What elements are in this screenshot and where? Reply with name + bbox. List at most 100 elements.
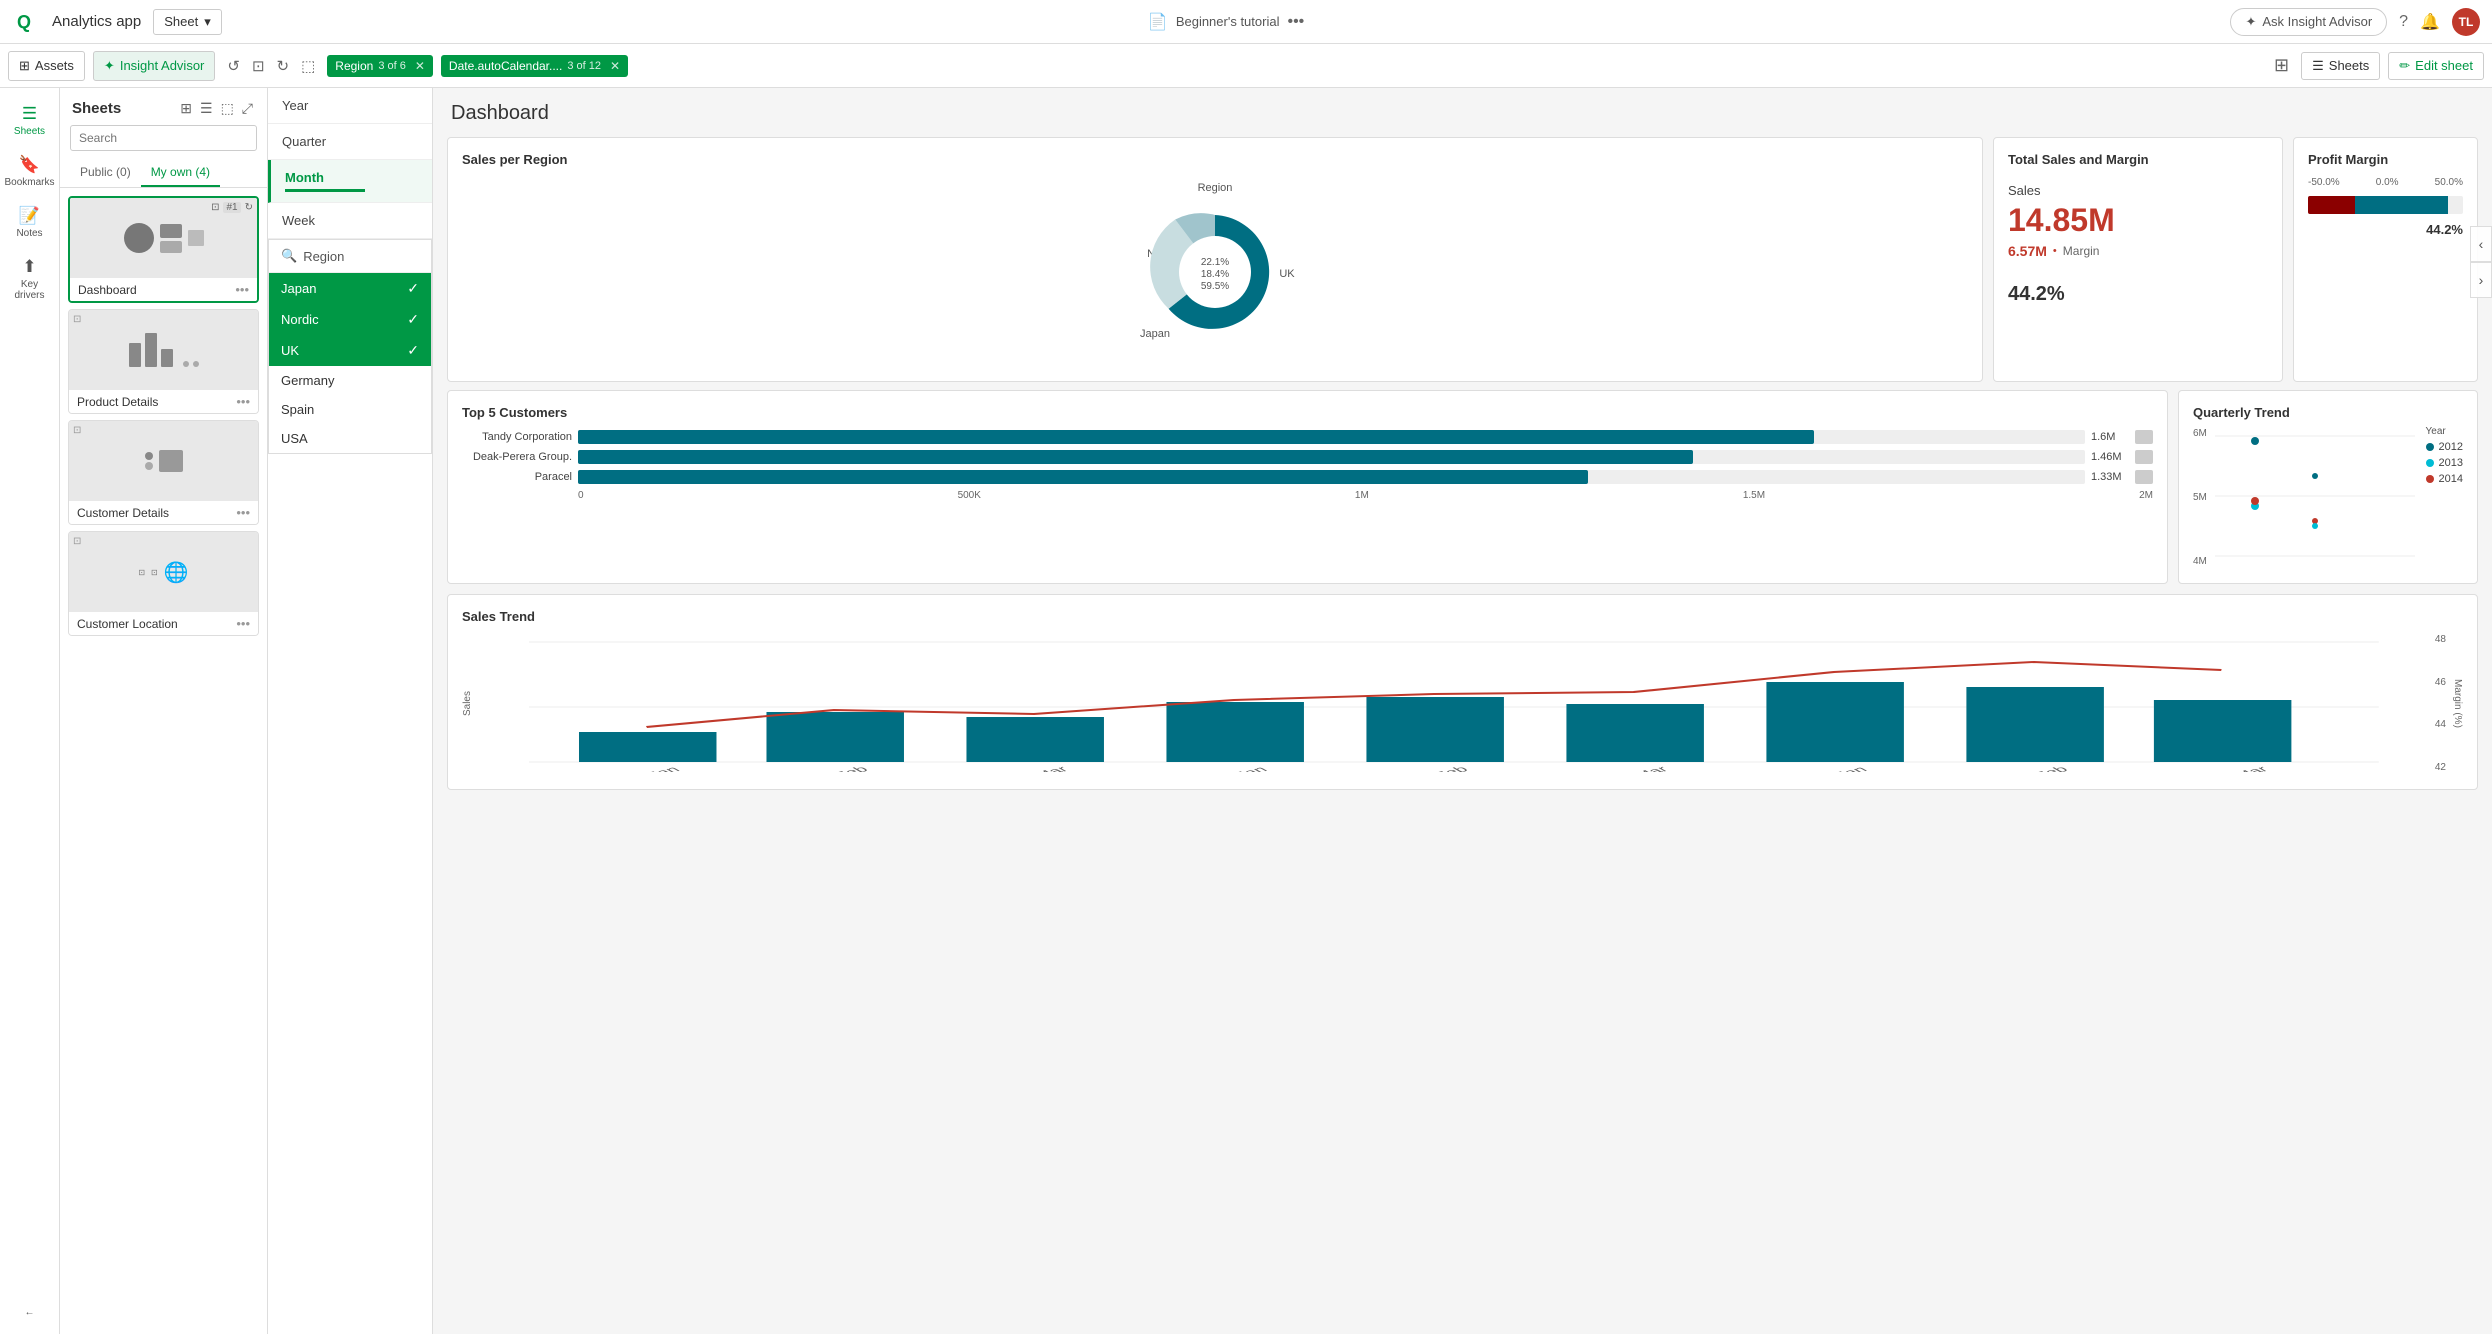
arrow-left-icon: ← bbox=[25, 1307, 35, 1318]
profit-label-neg: -50.0% bbox=[2308, 177, 2340, 188]
top5-bars: Tandy Corporation 1.6M Deak-Perera Group… bbox=[462, 430, 2153, 484]
region-item-uk[interactable]: UK ✓ bbox=[269, 335, 431, 366]
notification-icon[interactable]: 🔔 bbox=[2420, 12, 2440, 32]
sheets-button[interactable]: ☰ Sheets bbox=[2301, 52, 2380, 80]
filter-quarter[interactable]: Quarter bbox=[268, 124, 432, 160]
sheet-card-dashboard[interactable]: ⊡ #1 ↻ Dashboard ••• bbox=[68, 196, 259, 303]
paracel-fill bbox=[578, 470, 1588, 484]
dashboard-more[interactable]: ••• bbox=[235, 282, 249, 297]
search-input[interactable] bbox=[70, 125, 257, 151]
region-item-usa[interactable]: USA bbox=[269, 424, 431, 453]
region-chip-close[interactable]: ✕ bbox=[415, 59, 425, 73]
sidebar-item-bookmarks[interactable]: 🔖 Bookmarks bbox=[4, 149, 56, 194]
list-view-btn[interactable]: ☰ bbox=[198, 98, 215, 119]
sidebar-item-sheets[interactable]: ☰ Sheets bbox=[4, 98, 56, 143]
sheet-card-product-details[interactable]: ⊡ Product Details ••• bbox=[68, 309, 259, 414]
sidebar-tabs: Public (0) My own (4) bbox=[60, 159, 267, 188]
product-details-more[interactable]: ••• bbox=[236, 394, 250, 409]
quarterly-y-labels: 6M 5M 4M bbox=[2193, 426, 2207, 569]
sheet-selector[interactable]: Sheet ▾ bbox=[153, 9, 222, 35]
margin-y-48: 48 bbox=[2435, 634, 2446, 645]
customer-details-more[interactable]: ••• bbox=[236, 505, 250, 520]
margin-axis-label: Margin (%) bbox=[2452, 679, 2463, 728]
left-nav: ☰ Sheets 🔖 Bookmarks 📝 Notes ⬆ Key drive… bbox=[0, 88, 60, 1334]
icon-btn-4[interactable]: ⬚ bbox=[297, 53, 319, 79]
profit-margin-title: Profit Margin bbox=[2308, 152, 2463, 167]
svg-text:2012-Mar: 2012-Mar bbox=[989, 765, 1072, 772]
product-details-thumbnail: ⊡ bbox=[69, 310, 258, 390]
sheet-card-customer-details[interactable]: ⊡ Customer Details ••• bbox=[68, 420, 259, 525]
sales-axis-label: Sales bbox=[462, 691, 473, 716]
location-sub-icon-1: ⊡ bbox=[138, 568, 145, 577]
edit-sheet-button[interactable]: ✏ Edit sheet bbox=[2388, 52, 2484, 80]
region-item-nordic[interactable]: Nordic ✓ bbox=[269, 304, 431, 335]
region-dropdown: 🔍 Region Japan ✓ Nordic ✓ UK ✓ Germany S… bbox=[268, 239, 432, 454]
chevron-down-icon: ▾ bbox=[204, 14, 211, 30]
edit-sheet-label: Edit sheet bbox=[2415, 58, 2473, 73]
svg-text:2013-Mar: 2013-Mar bbox=[1589, 765, 1672, 772]
date-chip-count: 3 of 12 bbox=[567, 60, 601, 72]
assets-button[interactable]: ⊞ Assets bbox=[8, 51, 85, 81]
sales-trend-card: Sales Trend Sales 4M 2M 0 bbox=[447, 594, 2478, 790]
sidebar-item-notes[interactable]: 📝 Notes bbox=[4, 200, 56, 245]
quarterly-title: Quarterly Trend bbox=[2193, 405, 2463, 420]
more-options-icon[interactable]: ••• bbox=[1287, 13, 1304, 31]
sidebar-view-icons: ⊞ ☰ ⬚ ⤢ bbox=[178, 98, 255, 119]
x-label-2m: 2M bbox=[2139, 490, 2153, 501]
customer-icon-top: ⊡ bbox=[73, 425, 81, 436]
tandy-mini bbox=[2135, 430, 2153, 444]
collapse-icon[interactable]: ← bbox=[4, 1301, 56, 1324]
region-item-germany[interactable]: Germany bbox=[269, 366, 431, 395]
grid-view-icon[interactable]: ⊞ bbox=[2270, 51, 2293, 80]
tab-my-own[interactable]: My own (4) bbox=[141, 159, 220, 187]
uk-check: ✓ bbox=[407, 342, 419, 359]
legend-year-label: Year bbox=[2426, 426, 2463, 437]
svg-text:2014-Mar: 2014-Mar bbox=[2189, 765, 2272, 772]
date-chip-close[interactable]: ✕ bbox=[610, 59, 620, 73]
grid-view-btn[interactable]: ⊞ bbox=[178, 98, 194, 119]
main-content: Dashboard Sales per Region Region Japan … bbox=[433, 88, 2492, 1334]
filter-week[interactable]: Week bbox=[268, 203, 432, 239]
date-filter-chip[interactable]: Date.autoCalendar.... 3 of 12 ✕ bbox=[441, 55, 628, 77]
paracel-mini bbox=[2135, 470, 2153, 484]
icon-btn-1[interactable]: ↺ bbox=[223, 53, 244, 79]
filter-panel: Year Quarter Month Week bbox=[268, 88, 432, 239]
paracel-label: Paracel bbox=[462, 471, 572, 483]
insight-advisor-tab[interactable]: ✦ Insight Advisor bbox=[93, 51, 215, 81]
insight-icon: ✦ bbox=[104, 58, 115, 74]
region-item-japan[interactable]: Japan ✓ bbox=[269, 273, 431, 304]
dashboard-label-row: Dashboard ••• bbox=[70, 278, 257, 301]
help-icon[interactable]: ? bbox=[2399, 13, 2408, 31]
icon-btn-3[interactable]: ↻ bbox=[273, 53, 294, 79]
next-arrow[interactable]: › bbox=[2470, 262, 2492, 298]
customer-location-more[interactable]: ••• bbox=[236, 616, 250, 631]
bookmarks-nav-label: Bookmarks bbox=[5, 177, 55, 188]
svg-text:UK: UK bbox=[1279, 268, 1295, 280]
kpi-margin-row: 6.57M • Margin bbox=[2008, 243, 2268, 259]
kpi-sales-label: Sales bbox=[2008, 183, 2041, 198]
icon-btn-2[interactable]: ⊡ bbox=[248, 53, 269, 79]
filter-panel-container: Year Quarter Month Week 🔍 Region Japan ✓… bbox=[268, 88, 433, 1334]
tab-public[interactable]: Public (0) bbox=[70, 159, 141, 187]
filter-view-btn[interactable]: ⬚ bbox=[219, 98, 236, 119]
region-filter-chip[interactable]: Region 3 of 6 ✕ bbox=[327, 55, 433, 77]
secondbar: ⊞ Assets ✦ Insight Advisor ↺ ⊡ ↻ ⬚ Regio… bbox=[0, 44, 2492, 88]
main-layout: ☰ Sheets 🔖 Bookmarks 📝 Notes ⬆ Key drive… bbox=[0, 88, 2492, 1334]
document-icon: 📄 bbox=[1148, 12, 1168, 32]
ask-insight-advisor-button[interactable]: ✦ Ask Insight Advisor bbox=[2230, 8, 2387, 36]
filter-month[interactable]: Month bbox=[268, 160, 432, 203]
donut-chart: Region Japan Nordic UK bbox=[1095, 177, 1335, 367]
q-y-5m: 5M bbox=[2193, 492, 2207, 503]
expand-view-btn[interactable]: ⤢ bbox=[240, 98, 255, 119]
sidebar-item-key-drivers[interactable]: ⬆ Key drivers bbox=[4, 251, 56, 307]
avatar[interactable]: TL bbox=[2452, 8, 2480, 36]
sheet-card-customer-location[interactable]: ⊡ ⊡ 🌐 ⊡ Customer Location ••• bbox=[68, 531, 259, 636]
bookmark-icon: 🔖 bbox=[19, 155, 40, 175]
prev-arrow[interactable]: ‹ bbox=[2470, 226, 2492, 262]
product-details-label: Product Details bbox=[77, 395, 158, 409]
tutorial-label[interactable]: Beginner's tutorial bbox=[1176, 14, 1280, 29]
filter-year[interactable]: Year bbox=[268, 88, 432, 124]
dashboard-title: Dashboard bbox=[433, 88, 2492, 133]
region-item-spain[interactable]: Spain bbox=[269, 395, 431, 424]
location-icon-top: ⊡ bbox=[73, 536, 81, 547]
